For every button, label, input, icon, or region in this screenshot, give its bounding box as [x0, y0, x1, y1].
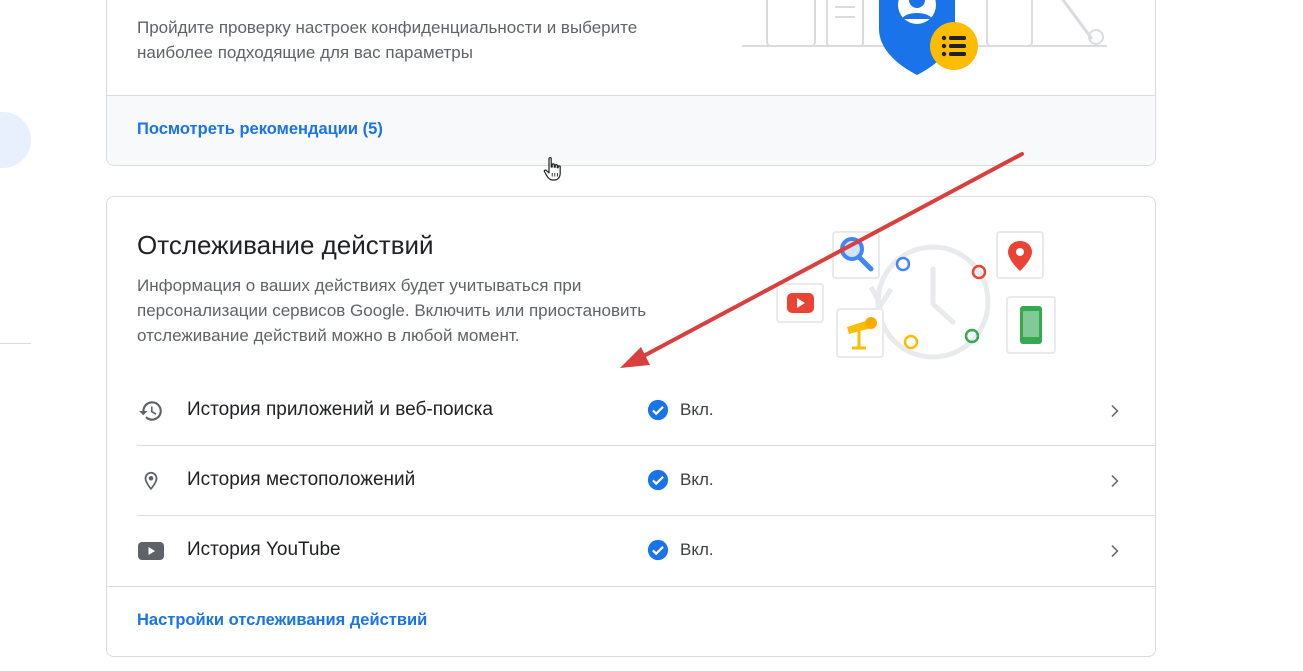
activity-controls-settings-link[interactable]: Настройки отслеживания действий	[137, 611, 427, 630]
history-icon	[137, 398, 165, 424]
privacy-checkup-illustration	[742, 0, 1107, 75]
activity-controls-description: Информация о ваших действиях будет учиты…	[137, 276, 647, 345]
activity-item-label: История местоположений	[187, 469, 416, 490]
privacy-checkup-footer: Посмотреть рекомендации (5)	[107, 95, 1155, 165]
activity-item-status: Вкл.	[647, 399, 714, 421]
check-circle-icon	[647, 469, 669, 491]
activity-controls-title: Отслеживание действий	[137, 230, 434, 260]
activity-item-status: Вкл.	[647, 539, 714, 561]
activity-controls-card: Отслеживание действий Информация о ваших…	[106, 196, 1156, 657]
privacy-checkup-description: Пройдите проверку настроек конфиденциаль…	[137, 18, 638, 62]
privacy-checkup-card: Пройдите проверку настроек конфиденциаль…	[106, 0, 1156, 166]
activity-item-location[interactable]: История местоположений Вкл.	[137, 446, 1155, 516]
chevron-right-icon	[1111, 545, 1119, 557]
activity-item-youtube[interactable]: История YouTube Вкл.	[137, 516, 1155, 586]
chevron-right-icon	[1111, 475, 1119, 487]
hand-pointer-cursor-icon	[543, 157, 561, 181]
check-circle-icon	[647, 399, 669, 421]
youtube-icon	[137, 538, 165, 564]
check-circle-icon	[647, 539, 669, 561]
chevron-right-icon	[1111, 405, 1119, 417]
activity-items-list: История приложений и веб-поиска Вкл. Ист…	[137, 376, 1155, 586]
activity-item-status-text: Вкл.	[680, 400, 714, 419]
location-pin-icon	[137, 468, 165, 494]
view-recommendations-link[interactable]: Посмотреть рекомендации (5)	[137, 120, 383, 139]
activity-item-web-app[interactable]: История приложений и веб-поиска Вкл.	[137, 376, 1155, 446]
activity-item-status-text: Вкл.	[680, 540, 714, 559]
activity-item-status-text: Вкл.	[680, 470, 714, 489]
activity-controls-illustration	[776, 231, 1056, 360]
activity-item-label: История YouTube	[187, 539, 341, 560]
nav-selected-indicator	[0, 112, 31, 168]
nav-divider	[0, 343, 31, 344]
activity-controls-footer: Настройки отслеживания действий	[107, 586, 1155, 656]
activity-item-label: История приложений и веб-поиска	[187, 399, 493, 420]
activity-item-status: Вкл.	[647, 469, 714, 491]
